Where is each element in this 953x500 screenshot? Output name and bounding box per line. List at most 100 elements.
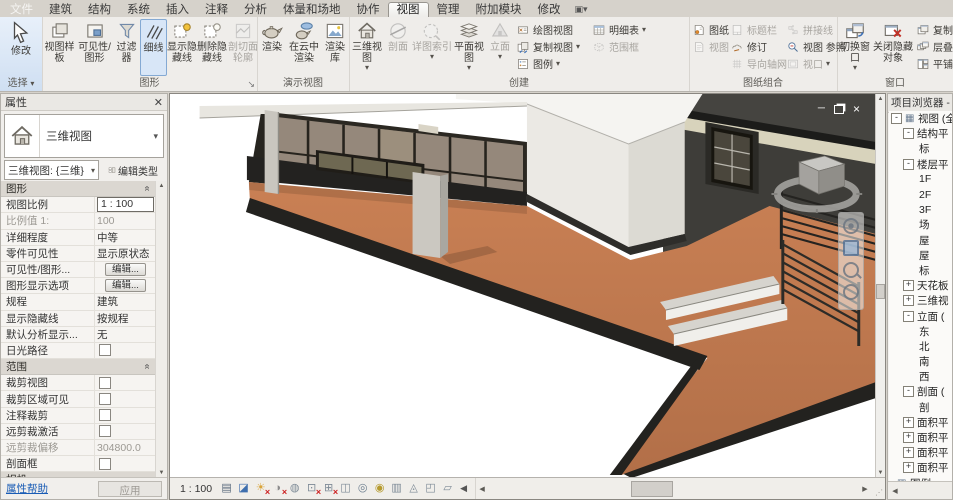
edit-type-button[interactable]: 编辑类型 (102, 160, 164, 180)
property-row[interactable]: 图形 « (1, 181, 156, 197)
view-control-icon[interactable]: ◍ (287, 481, 302, 496)
tree-item[interactable]: - ▦ 视图 (全 (889, 111, 952, 126)
section-button[interactable]: 剖面 (384, 19, 412, 76)
switch-windows-button[interactable]: 切换窗口▾ (838, 19, 872, 76)
tree-item[interactable]: - 结构平 (889, 126, 952, 141)
tile-windows-button[interactable]: 平铺 (914, 55, 952, 72)
ribbon-tab[interactable]: 插入 (158, 3, 197, 18)
guide-grid-button[interactable]: 导向轴网 (728, 55, 784, 72)
checkbox[interactable] (99, 377, 111, 389)
schedules-button[interactable]: 明细表▾ (590, 21, 656, 38)
close-icon[interactable]: × (853, 104, 860, 114)
ribbon-tab[interactable]: 体量和场地 (275, 3, 349, 18)
tree-item[interactable]: 剖 (889, 400, 952, 415)
property-row[interactable]: 零件可见性 显示原状态 (1, 246, 156, 262)
view-control-icon[interactable]: ◫ (338, 481, 353, 496)
replicate-window-button[interactable]: 复制 (914, 21, 952, 38)
ribbon-tab[interactable]: 管理 (429, 3, 468, 18)
tree-item[interactable]: 北 (889, 339, 952, 354)
tree-item[interactable]: 西 (889, 369, 952, 384)
chevron-left-icon[interactable]: ◀ (458, 483, 469, 494)
type-selector[interactable]: 三维视图 ▾ (4, 114, 164, 158)
resize-grip[interactable]: ⋰ (875, 488, 884, 497)
tree-item[interactable]: 屋 (889, 248, 952, 263)
edit-button[interactable]: 编辑... (105, 263, 146, 276)
title-block-button[interactable]: 标题栏 (728, 21, 784, 38)
ribbon-tab[interactable]: 结构 (80, 3, 119, 18)
matchline-button[interactable]: 拼接线 (784, 21, 838, 38)
tree-item[interactable]: - 楼层平 (889, 157, 952, 172)
tree-item[interactable]: 3F (889, 202, 952, 217)
ribbon-tab[interactable]: 分析 (236, 3, 275, 18)
tree-expander-icon[interactable]: + (903, 417, 914, 428)
tree-item[interactable]: + 面积平 (889, 445, 952, 460)
dialog-launcher-icon[interactable]: ↘ (247, 79, 255, 90)
ribbon-tab[interactable]: 建筑 (41, 3, 80, 18)
model-viewport[interactable]: ─ × (170, 94, 876, 478)
drafting-view-button[interactable]: 绘图视图 (514, 21, 590, 38)
view-button[interactable]: 视图 (690, 38, 728, 55)
render-button[interactable]: 渲染 (258, 19, 286, 76)
steering-wheel-icon[interactable] (843, 218, 859, 234)
scope-box-button[interactable]: 范围框 (590, 38, 656, 55)
remove-hidden-lines-button[interactable]: 删除隐藏线 (197, 19, 227, 76)
modify-button[interactable]: 修改 (0, 19, 42, 77)
tree-expander-icon[interactable]: + (903, 280, 914, 291)
property-row[interactable]: 裁剪区域可见 (1, 391, 156, 407)
tree-item[interactable]: 1F (889, 172, 952, 187)
tree-expander-icon[interactable]: - (903, 311, 914, 322)
property-row[interactable]: 剖面框 (1, 456, 156, 472)
property-row[interactable]: 范围 « (1, 359, 156, 375)
view-control-icon[interactable]: ◬ (406, 481, 421, 496)
checkbox[interactable] (99, 344, 111, 356)
cut-profile-button[interactable]: 剖切面轮廓 (227, 19, 259, 76)
view-control-icon[interactable]: ▤ (219, 481, 234, 496)
restore-icon[interactable] (834, 105, 844, 114)
scroll-left-icon[interactable]: ◀ (888, 487, 902, 495)
view-control-icon[interactable]: ⊡ × (304, 481, 319, 496)
tree-item[interactable]: + 面积平 (889, 460, 952, 475)
3d-view-button[interactable]: 三维视图▾ (350, 19, 384, 76)
tree-item[interactable]: + 三维视 (889, 293, 952, 308)
ribbon-tab[interactable]: 修改 (530, 3, 569, 18)
tree-expander-icon[interactable]: + (903, 462, 914, 473)
tree-item[interactable]: 2F (889, 187, 952, 202)
visibility-graphics-button[interactable]: 可见性/图形 (76, 19, 113, 76)
sheet-button[interactable]: 图纸 (690, 21, 728, 38)
property-row[interactable]: 日光路径 (1, 343, 156, 359)
checkbox[interactable] (99, 458, 111, 470)
callout-button[interactable]: 详图索引▾ (412, 19, 452, 76)
view-control-icon[interactable]: ☀ × (253, 481, 268, 496)
scroll-up-icon[interactable]: ▲ (876, 94, 885, 104)
panel-label-select[interactable]: 选择 ▾ (0, 77, 42, 91)
close-icon[interactable]: ✕ (154, 96, 163, 109)
tree-expander-icon[interactable]: + (903, 432, 914, 443)
property-row[interactable]: 比例值 1: 100 (1, 213, 156, 229)
tree-item[interactable]: 场 (889, 217, 952, 232)
property-row[interactable]: 默认分析显示... 无 (1, 327, 156, 343)
legends-button[interactable]: 图例▾ (514, 55, 590, 72)
tree-item[interactable]: 标 (889, 263, 952, 278)
property-row[interactable]: 规程 建筑 (1, 294, 156, 310)
view-control-icon[interactable]: ◰ (423, 481, 438, 496)
properties-help-link[interactable]: 属性帮助 (6, 481, 48, 496)
close-hidden-button[interactable]: 关闭隐藏对象 (872, 19, 914, 76)
tree-expander-icon[interactable]: - (891, 113, 902, 124)
minimize-icon[interactable]: ─ (818, 104, 825, 114)
checkbox[interactable] (99, 425, 111, 437)
collapse-chevron-icon[interactable]: « (142, 186, 153, 192)
scrollbar-thumb[interactable] (631, 481, 673, 497)
checkbox[interactable] (99, 409, 111, 421)
tree-expander-icon[interactable]: + (903, 295, 914, 306)
scroll-up-icon[interactable]: ▲ (156, 181, 167, 191)
view-control-icon[interactable]: ◉ (372, 481, 387, 496)
view-control-icon[interactable]: ▥ (389, 481, 404, 496)
instance-selector[interactable]: 三维视图: {三维} ▾ (4, 160, 99, 180)
scroll-left-icon[interactable]: ◀ (476, 478, 488, 499)
tree-item[interactable]: 标 (889, 141, 952, 156)
elevation-button[interactable]: 立面▾ (486, 19, 514, 76)
viewport-button[interactable]: 视口▾ (784, 55, 838, 72)
ribbon-display-toggle-icon[interactable]: ▣▾ (569, 4, 594, 17)
show-hidden-lines-button[interactable]: 显示隐藏线 (167, 19, 197, 76)
ribbon-tab[interactable]: 系统 (119, 3, 158, 18)
